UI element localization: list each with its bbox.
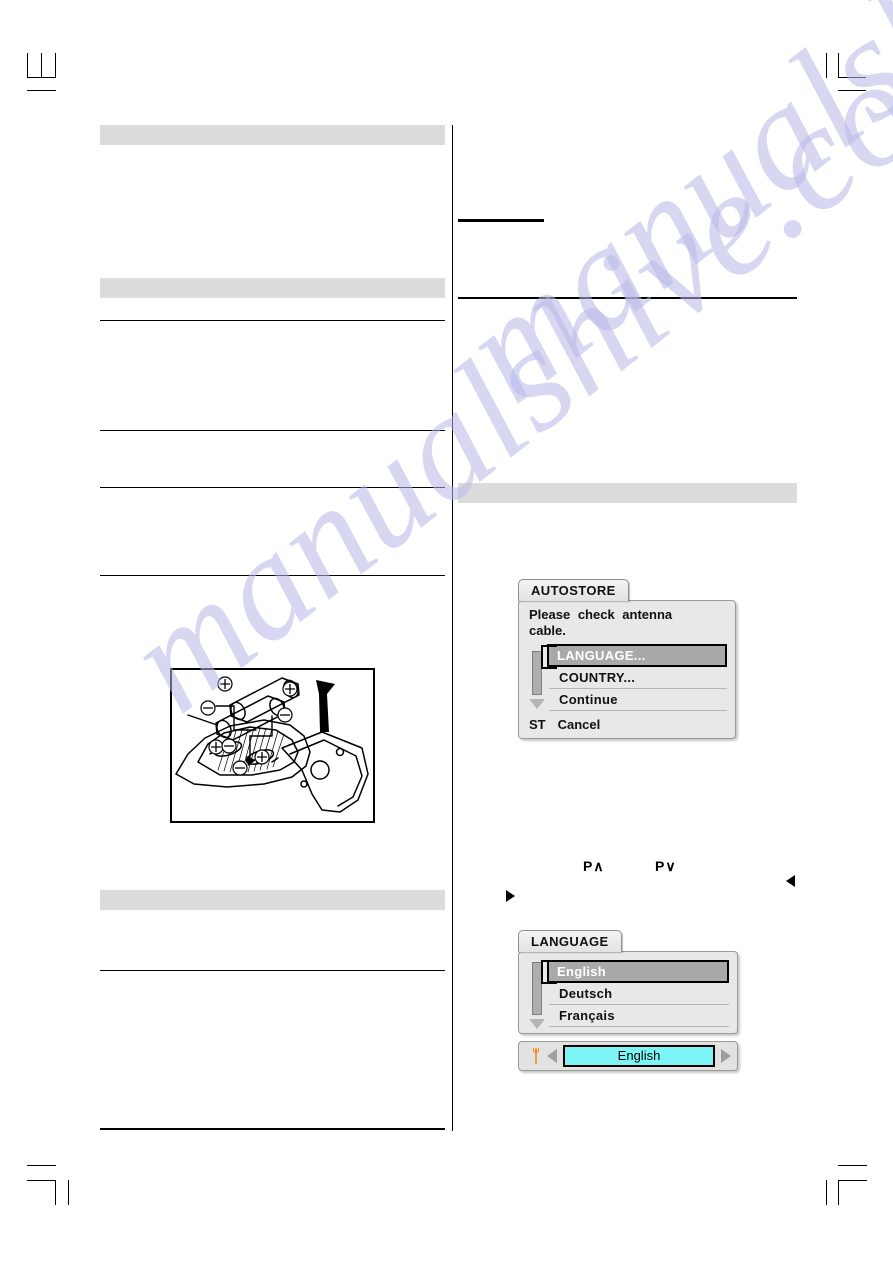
language-selector-bar[interactable]: English bbox=[518, 1041, 738, 1071]
watermark-text: manualshive.com bbox=[96, 0, 893, 744]
language-selected-value[interactable]: English bbox=[563, 1045, 715, 1067]
autostore-dialog-body: Please check antenna cable. LANGUAGE... … bbox=[518, 600, 736, 739]
watermark-overlay: manualshive.com manualshive.com bbox=[0, 0, 893, 1263]
autostore-message: Please check antenna cable. bbox=[519, 601, 735, 641]
scroll-down-arrow-icon[interactable] bbox=[529, 698, 545, 709]
autostore-item-continue[interactable]: Continue bbox=[549, 689, 727, 711]
crop-mark-top-right-vert1 bbox=[826, 53, 827, 78]
crop-mark-top-left-extra bbox=[55, 53, 56, 78]
program-up-key-hint: P∧ bbox=[583, 858, 605, 874]
left-rule-1 bbox=[100, 320, 445, 321]
scroll-down-arrow-icon[interactable] bbox=[529, 1019, 545, 1029]
selector-right-arrow-icon[interactable] bbox=[721, 1049, 731, 1063]
language-osd-dialog[interactable]: LANGUAGE English Deutsch Français Englis… bbox=[518, 930, 738, 1071]
remote-control-figure bbox=[170, 668, 375, 823]
autostore-footer-key: ST bbox=[529, 716, 546, 732]
remote-control-illustration bbox=[172, 670, 373, 821]
cursor-left-marker-icon bbox=[786, 875, 795, 887]
language-item-francais[interactable]: Français bbox=[549, 1005, 729, 1027]
autostore-item-language[interactable]: LANGUAGE... bbox=[547, 643, 727, 667]
crop-mark-top-right-vert2 bbox=[838, 53, 839, 78]
autostore-footer: ST Cancel bbox=[519, 713, 735, 738]
right-section-band-1 bbox=[458, 483, 797, 503]
crop-mark-top-right-bar2 bbox=[838, 90, 866, 91]
cursor-right-marker-icon bbox=[506, 890, 515, 902]
column-divider bbox=[452, 125, 453, 1131]
language-selection-bracket bbox=[541, 960, 557, 984]
language-dialog-body: English Deutsch Français bbox=[518, 951, 738, 1034]
program-down-key-hint: P∨ bbox=[655, 858, 677, 874]
crop-mark-bottom-left-bar1 bbox=[27, 1165, 56, 1166]
language-menu-list: English Deutsch Français bbox=[519, 952, 737, 1033]
language-item-deutsch[interactable]: Deutsch bbox=[549, 983, 729, 1005]
selector-left-arrow-icon[interactable] bbox=[547, 1049, 557, 1063]
autostore-osd-dialog[interactable]: AUTOSTORE Please check antenna cable. LA… bbox=[518, 579, 736, 739]
crop-mark-bottom-left-vert2 bbox=[68, 1180, 69, 1205]
crop-mark-bottom-right-vert2 bbox=[838, 1180, 839, 1205]
left-rule-2 bbox=[100, 430, 445, 431]
crop-mark-bottom-right-bar1 bbox=[838, 1165, 867, 1166]
crop-mark-bottom-right-bar2 bbox=[838, 1180, 867, 1181]
crop-mark-top-left-bar2 bbox=[27, 90, 56, 91]
left-rule-3 bbox=[100, 487, 445, 488]
right-short-underline bbox=[458, 219, 544, 222]
autostore-item-country[interactable]: COUNTRY... bbox=[549, 667, 727, 689]
autostore-dialog-tab: AUTOSTORE bbox=[518, 579, 629, 601]
crop-mark-bottom-left-vert1 bbox=[55, 1180, 56, 1205]
manual-page: AUTOSTORE Please check antenna cable. LA… bbox=[0, 0, 893, 1263]
left-rule-footer bbox=[100, 1128, 445, 1130]
crop-mark-bottom-left-bar2 bbox=[27, 1180, 56, 1181]
crop-mark-top-left bbox=[27, 53, 28, 78]
autostore-message-period: . bbox=[562, 622, 566, 638]
left-rule-5 bbox=[100, 970, 445, 971]
right-rule-1 bbox=[458, 297, 797, 299]
autostore-message-line1: Please check antenna bbox=[529, 607, 673, 622]
left-rule-4 bbox=[100, 575, 445, 576]
language-item-english[interactable]: English bbox=[547, 960, 729, 983]
crop-mark-bottom-right-vert1 bbox=[826, 1180, 827, 1205]
autostore-menu-list: LANGUAGE... COUNTRY... Continue bbox=[519, 641, 735, 713]
autostore-selection-bracket bbox=[541, 644, 557, 669]
crop-mark-top-right-bar1 bbox=[838, 77, 866, 78]
left-section-band-3 bbox=[100, 890, 445, 910]
crop-mark-top-left-vert2 bbox=[41, 53, 42, 78]
autostore-footer-action[interactable]: Cancel bbox=[558, 717, 601, 732]
language-dialog-tab: LANGUAGE bbox=[518, 930, 622, 952]
wrench-tool-icon bbox=[533, 1048, 539, 1064]
watermark-text: manualshive.com bbox=[431, 0, 893, 434]
left-section-band-2 bbox=[100, 278, 445, 298]
left-section-band-1 bbox=[100, 125, 445, 145]
autostore-message-line2: cable bbox=[529, 622, 563, 638]
